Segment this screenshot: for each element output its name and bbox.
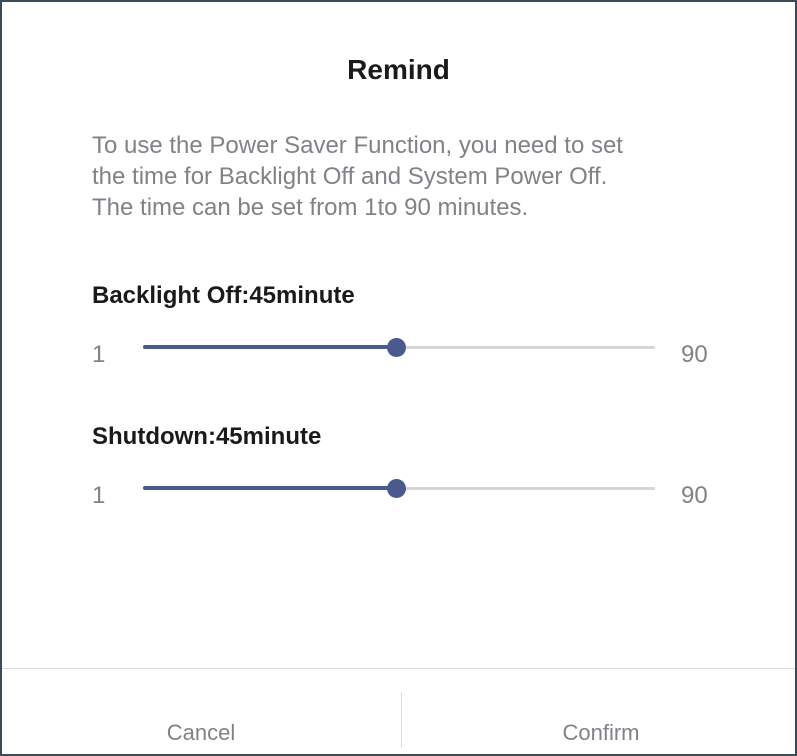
shutdown-slider[interactable] bbox=[143, 478, 655, 500]
shutdown-min-label: 1 bbox=[92, 482, 106, 509]
cancel-button[interactable]: Cancel bbox=[2, 669, 400, 754]
backlight-off-min-label: 1 bbox=[92, 341, 106, 368]
slider-fill bbox=[143, 486, 397, 490]
slider-thumb[interactable] bbox=[387, 338, 407, 357]
slider-thumb[interactable] bbox=[387, 479, 407, 498]
message-line-1: To use the Power Saver Function, you nee… bbox=[92, 132, 623, 159]
message-line-2: the time for Backlight Off and System Po… bbox=[92, 163, 608, 190]
shutdown-label: Shutdown:45minute bbox=[92, 423, 322, 450]
shutdown-max-label: 90 bbox=[681, 482, 708, 509]
power-saver-dialog: Remind To use the Power Saver Function, … bbox=[0, 0, 797, 756]
dialog-title: Remind bbox=[347, 54, 450, 85]
slider-fill bbox=[143, 345, 397, 349]
backlight-off-label: Backlight Off:45minute bbox=[92, 282, 355, 309]
dialog-message: To use the Power Saver Function, you nee… bbox=[92, 130, 732, 223]
confirm-button[interactable]: Confirm bbox=[402, 669, 795, 754]
message-line-3: The time can be set from 1to 90 minutes. bbox=[92, 194, 529, 221]
backlight-off-slider[interactable] bbox=[143, 337, 655, 359]
backlight-off-max-label: 90 bbox=[681, 341, 708, 368]
